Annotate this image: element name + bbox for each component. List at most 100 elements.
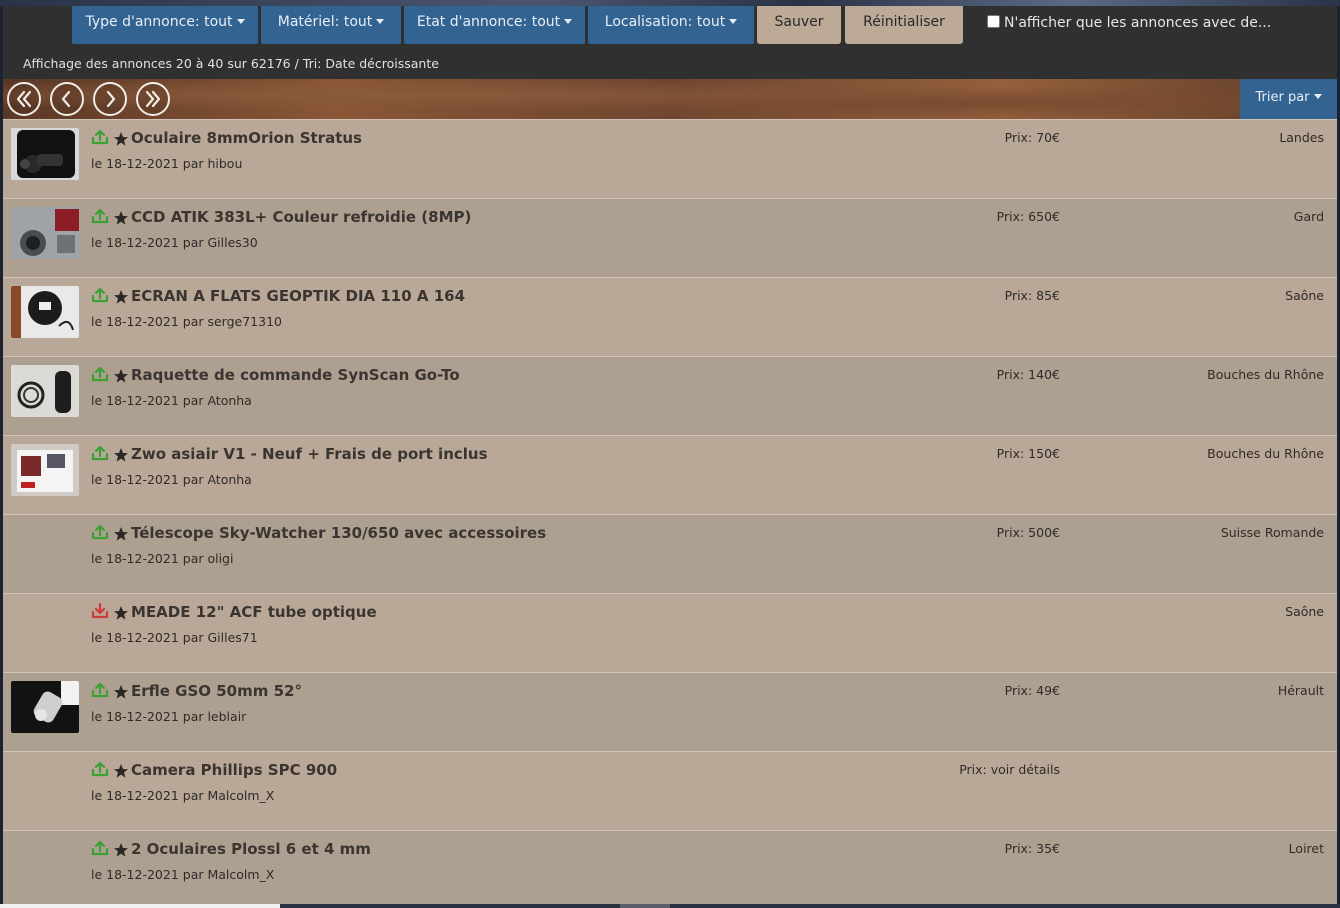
upload-icon xyxy=(91,524,109,540)
caret-down-icon xyxy=(1313,94,1322,99)
listing-meta: le 18-12-2021 par hibou xyxy=(91,156,243,171)
star-icon[interactable] xyxy=(113,447,129,463)
listing-title[interactable]: CCD ATIK 383L+ Couleur refroidie (8MP) xyxy=(131,208,471,226)
listing-price: Prix: 650€ xyxy=(996,209,1060,224)
listing-row[interactable]: Zwo asiair V1 - Neuf + Frais de port inc… xyxy=(3,435,1337,514)
listing-title[interactable]: MEADE 12" ACF tube optique xyxy=(131,603,377,621)
save-button[interactable]: Sauver xyxy=(757,6,841,44)
double-chevron-left-icon xyxy=(16,90,32,108)
photo-only-filter[interactable]: N'afficher que les annonces avec de... xyxy=(987,14,1271,34)
star-icon[interactable] xyxy=(113,210,129,226)
caret-down-icon xyxy=(564,19,573,24)
listing-meta: le 18-12-2021 par leblair xyxy=(91,709,247,724)
listing-location: Loiret xyxy=(1288,841,1324,856)
listing-row[interactable]: Oculaire 8mmOrion Stratus le 18-12-2021 p… xyxy=(3,119,1337,198)
listing-meta: le 18-12-2021 par Atonha xyxy=(91,393,252,408)
listing-row[interactable]: 2 Oculaires Plossl 6 et 4 mm le 18-12-202… xyxy=(3,830,1337,908)
filter-state-dropdown[interactable]: Etat d'annonce: tout xyxy=(404,6,585,44)
listing-row[interactable]: Raquette de commande SynScan Go-To le 18-… xyxy=(3,356,1337,435)
listing-price: Prix: 140€ xyxy=(996,367,1060,382)
listing-row[interactable]: CCD ATIK 383L+ Couleur refroidie (8MP) le… xyxy=(3,198,1337,277)
listing-location: Bouches du Rhône xyxy=(1207,367,1324,382)
upload-icon xyxy=(91,761,109,777)
filter-bar: Type d'annonce: tout Matériel: tout Etat… xyxy=(3,6,1337,46)
listing-location: Suisse Romande xyxy=(1220,525,1324,540)
listing-meta: le 18-12-2021 par Atonha xyxy=(91,472,252,487)
reset-button[interactable]: Réinitialiser xyxy=(845,6,963,44)
filter-material-label: Matériel: tout xyxy=(277,14,373,30)
star-icon[interactable] xyxy=(113,684,129,700)
classifieds-panel: Type d'annonce: tout Matériel: tout Etat… xyxy=(3,6,1337,908)
upload-icon xyxy=(91,366,109,382)
filter-state-label: Etat d'annonce: tout xyxy=(416,14,561,30)
listing-row[interactable]: ECRAN A FLATS GEOPTIK DIA 110 A 164 le 18… xyxy=(3,277,1337,356)
filter-type-dropdown[interactable]: Type d'annonce: tout xyxy=(72,6,258,44)
listing-row[interactable]: Télescope Sky-Watcher 130/650 avec acces… xyxy=(3,514,1337,593)
download-icon xyxy=(91,602,109,619)
caret-down-icon xyxy=(236,19,245,24)
pagination-bar: Trier par xyxy=(3,79,1337,119)
listing-meta: le 18-12-2021 par serge71310 xyxy=(91,314,282,329)
listing-price: Prix: 85€ xyxy=(1004,288,1060,303)
listing-title[interactable]: Zwo asiair V1 - Neuf + Frais de port inc… xyxy=(131,445,488,463)
filter-location-dropdown[interactable]: Localisation: tout xyxy=(588,6,754,44)
upload-icon xyxy=(91,682,109,698)
listing-thumbnail[interactable] xyxy=(11,681,79,733)
listing-meta: le 18-12-2021 par Malcolm_X xyxy=(91,788,275,803)
filter-material-dropdown[interactable]: Matériel: tout xyxy=(261,6,401,44)
last-page-button[interactable] xyxy=(136,82,170,116)
listing-title[interactable]: ECRAN A FLATS GEOPTIK DIA 110 A 164 xyxy=(131,287,465,305)
upload-icon xyxy=(91,208,109,224)
listing-thumbnail[interactable] xyxy=(11,365,79,417)
first-page-button[interactable] xyxy=(7,82,41,116)
double-chevron-right-icon xyxy=(145,90,161,108)
photo-only-label: N'afficher que les annonces avec de... xyxy=(1004,15,1272,31)
listing-title[interactable]: Télescope Sky-Watcher 130/650 avec acces… xyxy=(131,524,546,542)
chevron-right-icon xyxy=(106,90,116,108)
listing-title[interactable]: Raquette de commande SynScan Go-To xyxy=(131,366,460,384)
next-page-button[interactable] xyxy=(93,82,127,116)
listing-price: Prix: 49€ xyxy=(1004,683,1060,698)
filter-location-label: Localisation: tout xyxy=(604,14,726,30)
listing-thumbnail[interactable] xyxy=(11,444,79,496)
listing-meta: le 18-12-2021 par oligi xyxy=(91,551,234,566)
listing-row[interactable]: Camera Phillips SPC 900 le 18-12-2021 par… xyxy=(3,751,1337,830)
listing-location: Bouches du Rhône xyxy=(1207,446,1324,461)
star-icon[interactable] xyxy=(113,763,129,779)
star-icon[interactable] xyxy=(113,842,129,858)
listing-thumbnail[interactable] xyxy=(11,286,79,338)
sort-dropdown[interactable]: Trier par xyxy=(1240,79,1337,119)
listing-title[interactable]: Oculaire 8mmOrion Stratus xyxy=(131,129,362,147)
upload-icon xyxy=(91,840,109,856)
bottom-strip xyxy=(0,904,1340,908)
listing-price: Prix: voir détails xyxy=(959,762,1060,777)
listing-row[interactable]: MEADE 12" ACF tube optique le 18-12-2021 … xyxy=(3,593,1337,672)
upload-icon xyxy=(91,445,109,461)
listing-title[interactable]: Camera Phillips SPC 900 xyxy=(131,761,337,779)
listing-meta: le 18-12-2021 par Gilles71 xyxy=(91,630,258,645)
caret-down-icon xyxy=(376,19,385,24)
listing-price: Prix: 150€ xyxy=(996,446,1060,461)
sort-label: Trier par xyxy=(1255,90,1310,105)
listing-meta: le 18-12-2021 par Gilles30 xyxy=(91,235,258,250)
listing-location: Gard xyxy=(1293,209,1324,224)
star-icon[interactable] xyxy=(113,289,129,305)
listing-title[interactable]: 2 Oculaires Plossl 6 et 4 mm xyxy=(131,840,371,858)
photo-only-checkbox[interactable] xyxy=(987,15,1000,28)
star-icon[interactable] xyxy=(113,605,129,621)
upload-icon xyxy=(91,287,109,303)
caret-down-icon xyxy=(729,19,738,24)
listing-price: Prix: 70€ xyxy=(1004,130,1060,145)
listing-title[interactable]: Erfle GSO 50mm 52° xyxy=(131,682,302,700)
previous-page-button[interactable] xyxy=(50,82,84,116)
star-icon[interactable] xyxy=(113,131,129,147)
listing-location: Saône xyxy=(1285,604,1324,619)
upload-icon xyxy=(91,129,109,145)
listing-thumbnail[interactable] xyxy=(11,207,79,259)
star-icon[interactable] xyxy=(113,368,129,384)
star-icon[interactable] xyxy=(113,526,129,542)
listing-row[interactable]: Erfle GSO 50mm 52° le 18-12-2021 par lebl… xyxy=(3,672,1337,751)
listing-thumbnail[interactable] xyxy=(11,128,79,180)
listing-price: Prix: 35€ xyxy=(1004,841,1060,856)
listing-meta: le 18-12-2021 par Malcolm_X xyxy=(91,867,275,882)
